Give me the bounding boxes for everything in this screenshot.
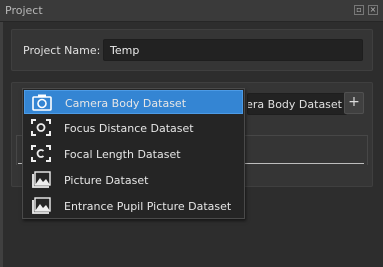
dropdown-item-label: Entrance Pupil Picture Dataset (64, 200, 232, 213)
titlebar: Project ▫ × (0, 0, 383, 22)
project-window: Project ▫ × Project Name: Temp Camera Bo… (0, 0, 383, 267)
picture-icon (32, 197, 51, 214)
picture-icon (32, 171, 51, 188)
dropdown-item-label: Focus Distance Dataset (64, 122, 194, 135)
dropdown-item-camera-body[interactable]: Camera Body Dataset (24, 90, 243, 114)
project-name-panel: Project Name: Temp (11, 29, 373, 71)
dataset-type-select-value: Camera Body Dataset (247, 98, 342, 111)
dropdown-item-label: Picture Dataset (64, 174, 149, 187)
float-icon[interactable]: ▫ (354, 5, 364, 15)
dropdown-item-label: Focal Length Dataset (64, 148, 181, 161)
dropdown-item-entrance-pupil[interactable]: Entrance Pupil Picture Dataset (24, 194, 243, 218)
dropdown-item-focus-distance[interactable]: Focus Distance Dataset (24, 116, 243, 140)
window-edge (0, 22, 3, 267)
camera-icon (32, 94, 52, 111)
dataset-type-select[interactable]: Camera Body Dataset (247, 93, 347, 115)
dropdown-item-picture[interactable]: Picture Dataset (24, 168, 243, 192)
close-icon[interactable]: × (368, 5, 378, 15)
project-name-label: Project Name: (23, 44, 101, 57)
dataset-type-dropdown: Camera Body Dataset Focus Distance Datas… (22, 88, 245, 219)
dropdown-item-focal-length[interactable]: Focal Length Dataset (24, 142, 243, 166)
focal-frame-icon (31, 145, 51, 162)
focus-frame-icon (31, 119, 51, 136)
add-dataset-button[interactable]: + (344, 92, 364, 114)
window-title: Project (5, 4, 43, 17)
dropdown-item-label: Camera Body Dataset (65, 97, 187, 110)
project-name-input[interactable]: Temp (103, 39, 363, 61)
